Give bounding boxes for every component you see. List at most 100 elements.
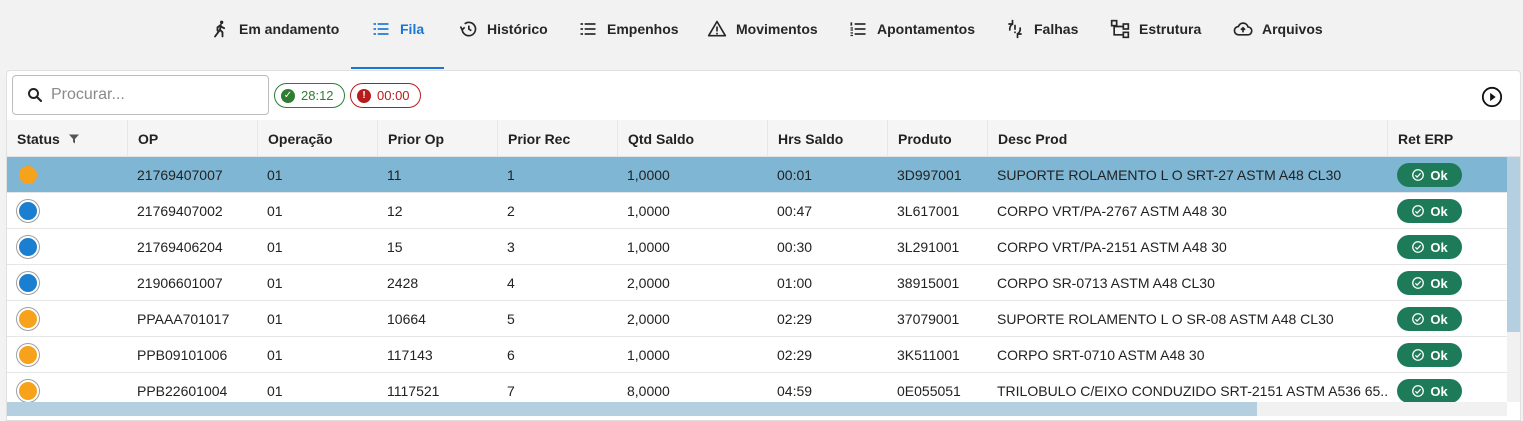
table-row[interactable]: PPAAA701017 01 10664 5 2,0000 02:29 37079001 SU…: [7, 301, 1507, 337]
header-prior-rec[interactable]: Prior Rec: [497, 120, 617, 157]
search-input[interactable]: [51, 86, 251, 104]
header-label: Desc Prod: [998, 130, 1068, 147]
cell-hrs-saldo: 01:00: [777, 275, 813, 291]
tab-movimentos[interactable]: Movimentos: [707, 0, 818, 70]
ok-status-badge[interactable]: Ok: [1397, 235, 1462, 259]
header-label: Qtd Saldo: [628, 130, 695, 147]
cell-operacao: 01: [267, 311, 283, 327]
error-circle-icon: !: [357, 88, 371, 103]
cell-desc-prod: SUPORTE ROLAMENTO L O SRT-27 ASTM A48 CL…: [997, 167, 1342, 183]
cell-qtd-saldo: 2,0000: [627, 311, 670, 327]
badge-label: Ok: [1430, 203, 1448, 219]
check-circle-icon: ✓: [281, 88, 295, 103]
warning-icon: [707, 19, 727, 39]
header-qtd-saldo[interactable]: Qtd Saldo: [617, 120, 767, 157]
cell-prior-rec: 3: [507, 239, 515, 255]
tab-em-andamento[interactable]: Em andamento: [210, 0, 339, 70]
fail-time-value: 00:00: [377, 88, 410, 103]
ok-status-badge[interactable]: Ok: [1397, 163, 1462, 187]
tab-historico[interactable]: Histórico: [458, 0, 548, 70]
badge-label: Ok: [1430, 311, 1448, 327]
cell-produto: 37079001: [897, 311, 960, 327]
cell-prior-rec: 1: [507, 167, 515, 183]
tab-estrutura[interactable]: Estrutura: [1110, 0, 1201, 70]
ok-status-badge[interactable]: Ok: [1397, 379, 1462, 403]
cell-prior-op: 15: [387, 239, 403, 255]
header-prior-op[interactable]: Prior Op: [377, 120, 497, 157]
header-operacao[interactable]: Operação: [257, 120, 377, 157]
cell-prior-op: 10664: [387, 311, 426, 327]
header-hrs-saldo[interactable]: Hrs Saldo: [767, 120, 887, 157]
cell-qtd-saldo: 1,0000: [627, 347, 670, 363]
status-cell: [7, 265, 127, 301]
cell-op: 21769407007: [137, 167, 223, 183]
badge-label: Ok: [1430, 347, 1448, 363]
cell-operacao: 01: [267, 275, 283, 291]
status-cell: [7, 157, 127, 193]
header-label: Hrs Saldo: [778, 130, 844, 147]
table-row[interactable]: 21769407007 01 11 1 1,0000 00:01 3D997001 SUPOR…: [7, 157, 1507, 193]
header-ret-erp[interactable]: Ret ERP: [1387, 120, 1507, 157]
horizontal-scrollbar-thumb[interactable]: [7, 402, 1257, 416]
cell-qtd-saldo: 1,0000: [627, 239, 670, 255]
status-cell: [7, 301, 127, 337]
tab-falhas[interactable]: Falhas: [1005, 0, 1078, 70]
status-cell: [7, 337, 127, 373]
fail-time-chip[interactable]: ! 00:00: [350, 83, 421, 108]
cell-ret-erp: Ok: [1387, 157, 1507, 193]
header-label: Prior Op: [388, 130, 445, 147]
play-circle-icon[interactable]: [1481, 86, 1503, 108]
cell-ret-erp: Ok: [1387, 301, 1507, 337]
vertical-scrollbar-thumb[interactable]: [1507, 157, 1520, 332]
cell-produto: 3L617001: [897, 203, 960, 219]
check-circle-icon: [1412, 169, 1425, 181]
cell-prior-op: 2428: [387, 275, 419, 291]
header-produto[interactable]: Produto: [887, 120, 987, 157]
table-row[interactable]: PPB09101006 01 117143 6 1,0000 02:29 3K511001 C…: [7, 337, 1507, 373]
tab-apontamentos[interactable]: Apontamentos: [848, 0, 975, 70]
ok-status-badge[interactable]: Ok: [1397, 343, 1462, 367]
header-label: Ret ERP: [1398, 130, 1454, 147]
header-status[interactable]: Status: [7, 120, 127, 157]
cell-desc-prod: CORPO SRT-0710 ASTM A48 30: [997, 347, 1205, 363]
cell-operacao: 01: [267, 167, 283, 183]
status-indicator: [17, 272, 39, 294]
filter-icon[interactable]: [68, 133, 80, 145]
header-desc-prod[interactable]: Desc Prod: [987, 120, 1387, 157]
search-icon: [28, 88, 43, 103]
tab-label: Em andamento: [239, 21, 340, 37]
status-indicator: [17, 308, 39, 330]
list-icon: [578, 19, 598, 39]
running-person-icon: [210, 19, 230, 39]
cell-desc-prod: CORPO SR-0713 ASTM A48 CL30: [997, 275, 1215, 291]
tab-fila[interactable]: Fila: [350, 0, 445, 70]
cell-qtd-saldo: 1,0000: [627, 167, 670, 183]
cell-prior-rec: 4: [507, 275, 515, 291]
cell-desc-prod: SUPORTE ROLAMENTO L O SR-08 ASTM A48 CL3…: [997, 311, 1334, 327]
status-indicator: [17, 200, 39, 222]
badge-label: Ok: [1430, 383, 1448, 399]
tab-label: Apontamentos: [877, 21, 975, 37]
cell-ret-erp: Ok: [1387, 337, 1507, 373]
cell-produto: 3K511001: [897, 347, 960, 363]
ok-time-chip[interactable]: ✓ 28:12: [274, 83, 345, 108]
cell-prior-op: 11: [387, 167, 402, 183]
search-box[interactable]: [12, 75, 269, 115]
cell-prior-rec: 6: [507, 347, 515, 363]
tab-label: Empenhos: [607, 21, 679, 37]
tab-empenhos[interactable]: Empenhos: [578, 0, 679, 70]
cloud-upload-icon: [1233, 19, 1253, 39]
table-row[interactable]: 21769407002 01 12 2 1,0000 00:47 3L617001 CORPO…: [7, 193, 1507, 229]
tab-label: Arquivos: [1262, 21, 1323, 37]
tab-arquivos[interactable]: Arquivos: [1233, 0, 1323, 70]
header-op[interactable]: OP: [127, 120, 257, 157]
table-row[interactable]: 21769406204 01 15 3 1,0000 00:30 3L291001 CORPO…: [7, 229, 1507, 265]
cell-prior-rec: 2: [507, 203, 515, 219]
ok-status-badge[interactable]: Ok: [1397, 199, 1462, 223]
ok-status-badge[interactable]: Ok: [1397, 307, 1462, 331]
status-indicator: [17, 344, 39, 366]
cell-desc-prod: CORPO VRT/PA-2767 ASTM A48 30: [997, 203, 1227, 219]
ok-status-badge[interactable]: Ok: [1397, 271, 1462, 295]
table-row[interactable]: 21906601007 01 2428 4 2,0000 01:00 38915001 COR…: [7, 265, 1507, 301]
sync-problem-icon: [1005, 19, 1025, 39]
